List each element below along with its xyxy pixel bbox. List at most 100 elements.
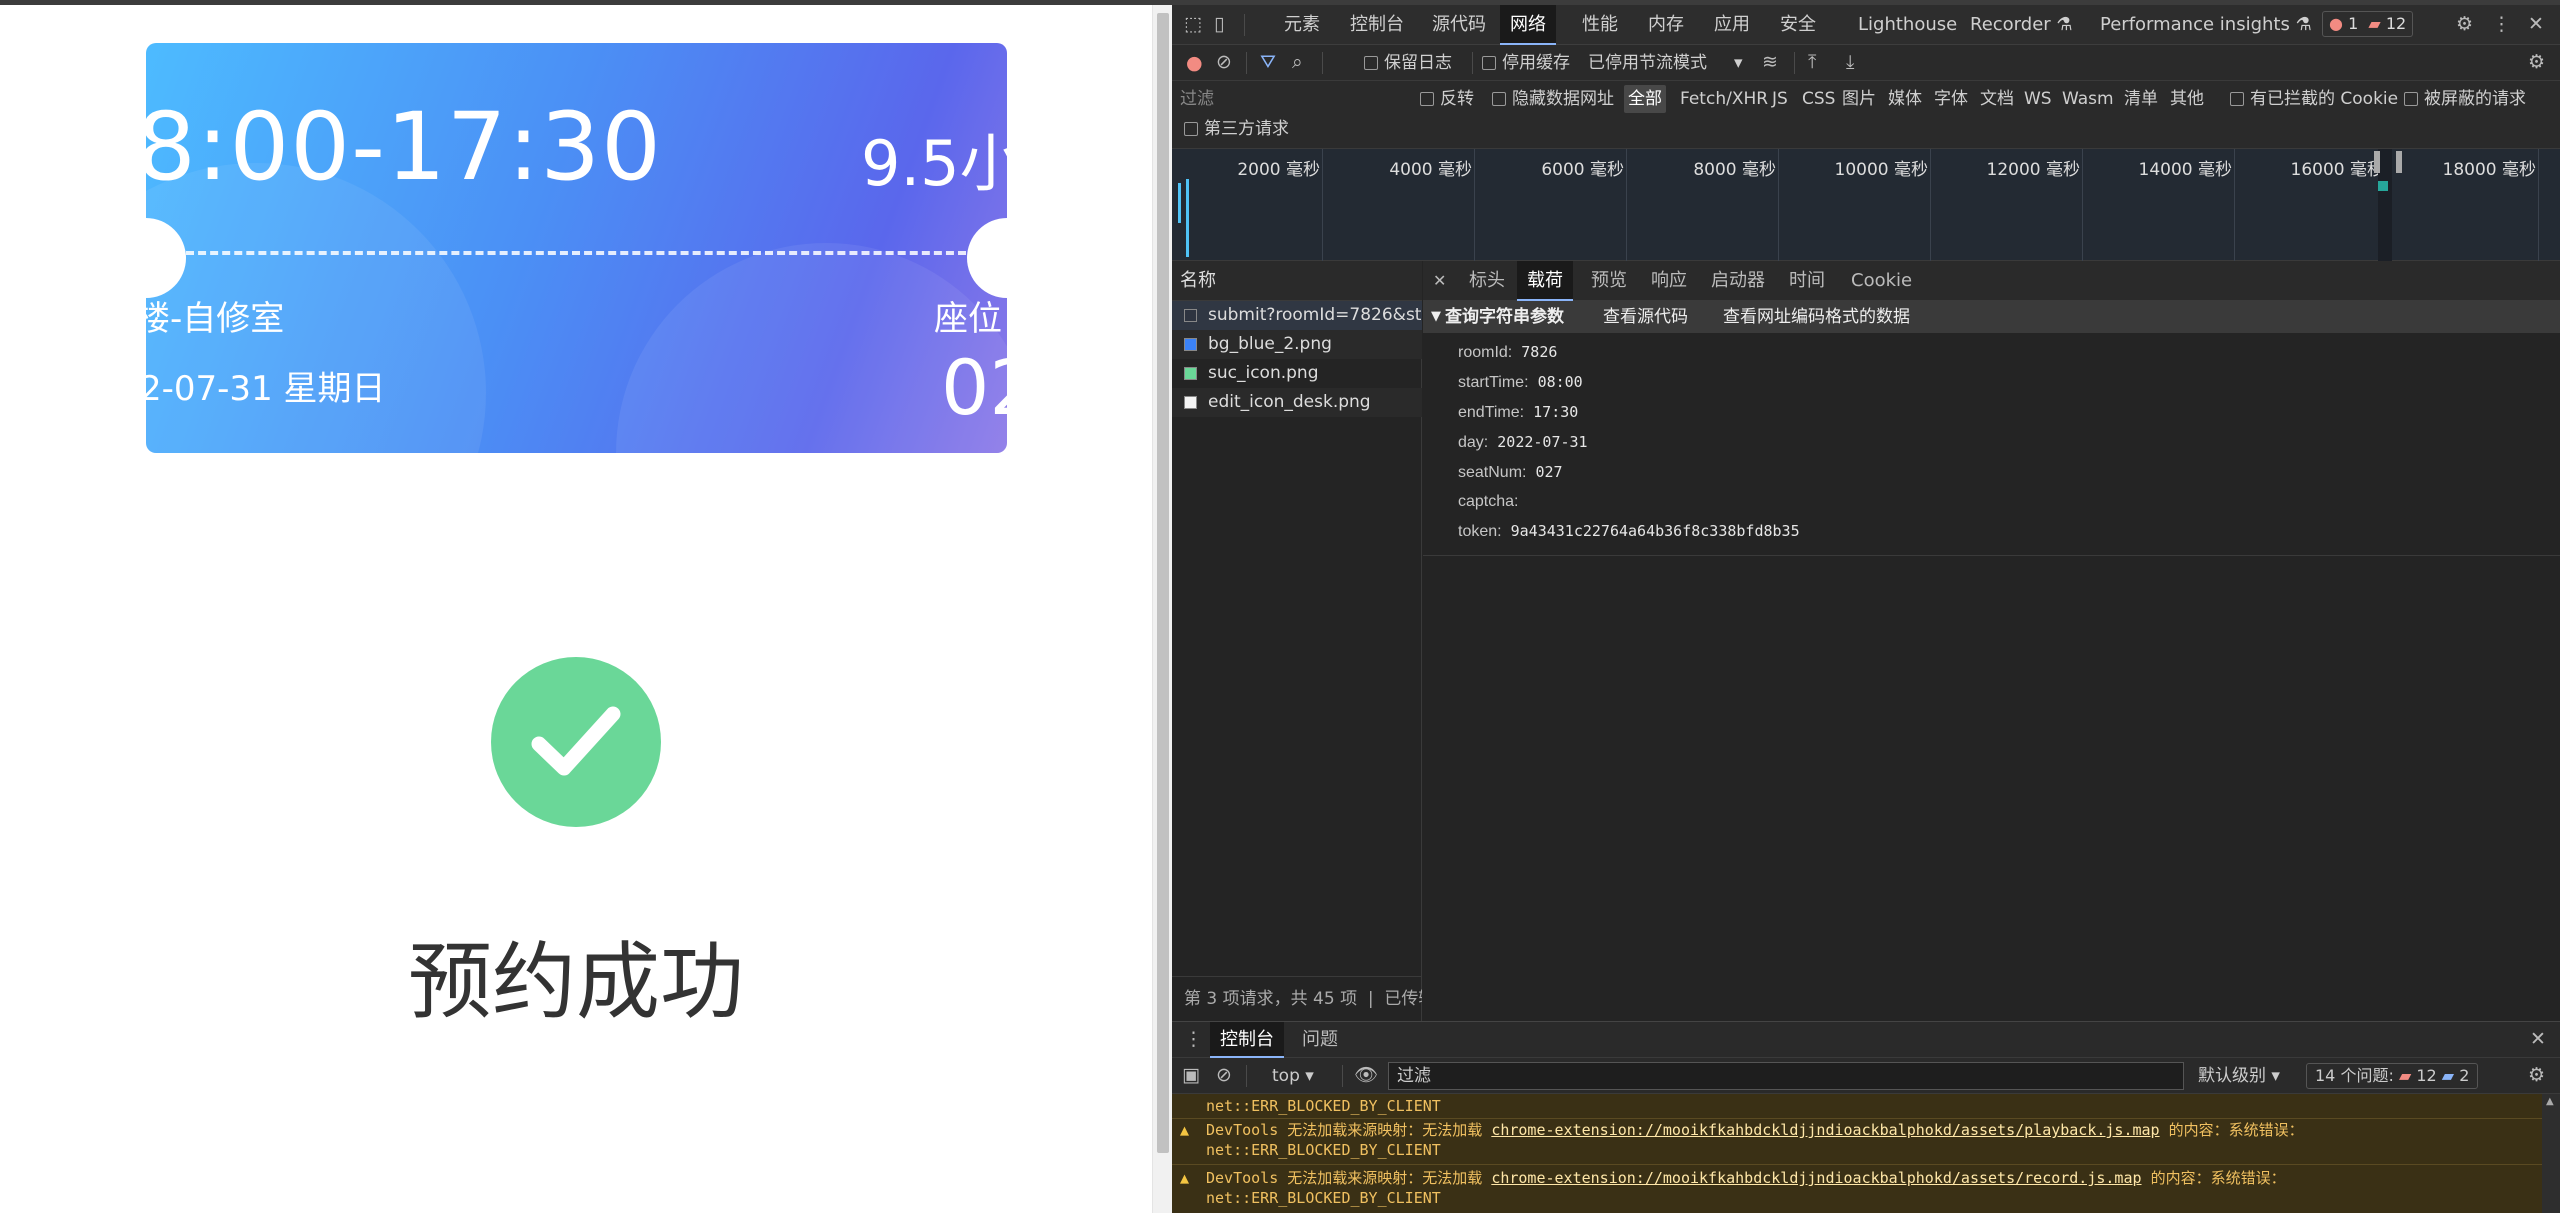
- close-devtools-icon[interactable]: ✕: [2528, 15, 2544, 34]
- export-har-icon[interactable]: ⤓: [1846, 53, 1854, 72]
- tab-performance-insights[interactable]: Performance insights ⚗: [2100, 5, 2312, 45]
- filter-type-fetch-xhr[interactable]: Fetch/XHR: [1680, 85, 1768, 113]
- source-map-link[interactable]: chrome-extension://mooikfkahbdckldjjndio…: [1491, 1121, 2159, 1139]
- view-url-encoded-link[interactable]: 查看网址编码格式的数据: [1723, 301, 1910, 333]
- tab-application[interactable]: 应用: [1714, 5, 1750, 45]
- tab-headers[interactable]: 标头: [1469, 261, 1505, 301]
- tab-lighthouse[interactable]: Lighthouse: [1858, 5, 1957, 45]
- screen: 8:00-17:30 9.5小 楼-自修室 座位 2-07-31 星期日 02 …: [0, 0, 2560, 1213]
- close-detail-icon[interactable]: ✕: [1433, 261, 1446, 301]
- live-expression-eye-icon[interactable]: 👁: [1354, 1066, 1378, 1085]
- filter-type-css[interactable]: CSS: [1802, 85, 1835, 113]
- record-stop-icon[interactable]: ●: [1186, 54, 1203, 73]
- timeline-selection-range[interactable]: [2378, 149, 2392, 261]
- disable-cache-checkbox[interactable]: 停用缓存: [1482, 45, 1570, 81]
- tab-timing[interactable]: 时间: [1789, 261, 1825, 301]
- timeline-range-handle-left[interactable]: [2374, 151, 2380, 173]
- filter-type-wasm[interactable]: Wasm: [2062, 85, 2114, 113]
- inspect-element-icon[interactable]: ⬚: [1184, 15, 1202, 34]
- toolbar-separator: [1246, 52, 1247, 74]
- search-icon[interactable]: ⌕: [1292, 53, 1303, 72]
- clear-console-icon[interactable]: ⊘: [1216, 1066, 1232, 1085]
- drawer-menu-icon[interactable]: ⋮: [1184, 1030, 1203, 1049]
- filter-type-other[interactable]: 其他: [2170, 85, 2204, 113]
- import-har-icon[interactable]: ⤒: [1808, 53, 1816, 72]
- success-check-icon: [491, 657, 661, 827]
- request-row[interactable]: submit?roomId=7826&sta...: [1172, 301, 1422, 330]
- tab-response[interactable]: 响应: [1651, 261, 1687, 301]
- settings-gear-icon[interactable]: ⚙: [2456, 15, 2473, 34]
- console-filter-input[interactable]: 过滤: [1388, 1062, 2184, 1090]
- toolbar-separator: [1322, 52, 1323, 74]
- page-scrollbar[interactable]: [1152, 5, 1172, 1213]
- console-message: net::ERR_BLOCKED_BY_CLIENT: [1206, 1097, 1441, 1115]
- filter-type-img[interactable]: 图片: [1842, 85, 1876, 113]
- network-settings-icon[interactable]: ⚙: [2528, 53, 2545, 72]
- console-settings-gear-icon[interactable]: ⚙: [2528, 1066, 2545, 1085]
- query-string-params-header[interactable]: ▼ 查询字符串参数 查看源代码 查看网址编码格式的数据: [1423, 301, 2560, 333]
- console-scrollbar[interactable]: ▲: [2542, 1094, 2560, 1213]
- toolbar-separator: [1342, 1065, 1343, 1087]
- collapse-triangle-icon[interactable]: ▼: [1431, 301, 1441, 333]
- context-select[interactable]: top ▾: [1272, 1058, 1314, 1094]
- tab-payload[interactable]: 载荷: [1517, 261, 1573, 301]
- message-divider: [1172, 1118, 2542, 1119]
- drawer-tab-issues[interactable]: 问题: [1302, 1022, 1338, 1058]
- filter-type-all[interactable]: 全部: [1624, 85, 1666, 113]
- request-row[interactable]: bg_blue_2.png: [1172, 330, 1422, 359]
- tab-memory[interactable]: 内存: [1648, 5, 1684, 45]
- ticket-duration: 9.5小: [861, 127, 1007, 200]
- tab-network[interactable]: 网络: [1500, 5, 1556, 45]
- device-toggle-icon[interactable]: ▯: [1214, 15, 1224, 34]
- timeline-gridline: [1626, 149, 1627, 261]
- tab-cookies[interactable]: Cookie: [1851, 261, 1912, 301]
- clear-icon[interactable]: ⊘: [1216, 53, 1232, 72]
- filter-type-ws[interactable]: WS: [2024, 85, 2052, 113]
- issues-counter[interactable]: 14 个问题: ▰ 12 ▰ 2: [2306, 1063, 2479, 1089]
- filter-type-js[interactable]: JS: [1772, 85, 1788, 113]
- timeline-range-handle-right[interactable]: [2396, 151, 2402, 173]
- filter-type-media[interactable]: 媒体: [1888, 85, 1922, 113]
- tab-performance[interactable]: 性能: [1582, 5, 1618, 45]
- timeline-gridline: [1474, 149, 1475, 261]
- tab-preview[interactable]: 预览: [1591, 261, 1627, 301]
- network-timeline-overview[interactable]: 2000 毫秒 4000 毫秒 6000 毫秒 8000 毫秒 10000 毫秒…: [1172, 149, 2560, 261]
- source-map-link[interactable]: chrome-extension://mooikfkahbdckldjjndio…: [1491, 1169, 2141, 1187]
- console-sidebar-icon[interactable]: ▣: [1182, 1066, 1200, 1085]
- network-conditions-icon[interactable]: ≋: [1762, 53, 1778, 72]
- blocked-requests-checkbox[interactable]: 被屏蔽的请求: [2404, 85, 2526, 113]
- tab-security[interactable]: 安全: [1780, 5, 1816, 45]
- page-scroll-thumb[interactable]: [1157, 13, 1169, 1153]
- timeline-label: 14000 毫秒: [2138, 160, 2232, 180]
- filter-icon[interactable]: ⛛: [1260, 53, 1276, 72]
- filter-type-manifest[interactable]: 清单: [2124, 85, 2158, 113]
- more-options-icon[interactable]: ⋮: [2492, 15, 2511, 34]
- request-row[interactable]: suc_icon.png: [1172, 359, 1422, 388]
- warning-count: 12: [2385, 14, 2407, 33]
- tab-recorder[interactable]: Recorder ⚗: [1970, 5, 2073, 45]
- view-source-link[interactable]: 查看源代码: [1603, 301, 1688, 333]
- filter-type-font[interactable]: 字体: [1934, 85, 1968, 113]
- tab-initiator[interactable]: 启动器: [1711, 261, 1765, 301]
- third-party-checkbox[interactable]: 第三方请求: [1184, 115, 1289, 143]
- preserve-log-checkbox[interactable]: 保留日志: [1364, 45, 1452, 81]
- success-message: 预约成功: [407, 933, 744, 1031]
- timeline-label: 12000 毫秒: [1986, 160, 2080, 180]
- hide-data-urls-checkbox[interactable]: 隐藏数据网址: [1492, 85, 1614, 113]
- tab-elements[interactable]: 元素: [1284, 5, 1320, 45]
- network-filter-bar: 过滤 反转 隐藏数据网址 全部 Fetch/XHR JS CSS 图片 媒体 字…: [1172, 81, 2560, 149]
- request-row[interactable]: edit_icon_desk.png: [1172, 388, 1422, 417]
- tab-console[interactable]: 控制台: [1350, 5, 1404, 45]
- network-filter-input[interactable]: 过滤: [1180, 85, 1400, 113]
- filter-type-doc[interactable]: 文档: [1980, 85, 2014, 113]
- name-column-header[interactable]: 名称: [1172, 261, 1422, 301]
- blocked-cookies-checkbox[interactable]: 有已拦截的 Cookie: [2230, 85, 2398, 113]
- tab-sources[interactable]: 源代码: [1432, 5, 1486, 45]
- invert-checkbox[interactable]: 反转: [1420, 85, 1474, 113]
- throttling-select[interactable]: 已停用节流模式 ▾: [1588, 45, 1743, 81]
- error-warning-badge[interactable]: ● 1 ▰ 12: [2322, 11, 2414, 37]
- close-drawer-icon[interactable]: ✕: [2530, 1030, 2546, 1049]
- warning-icon: ▲: [1180, 1121, 1190, 1139]
- log-level-select[interactable]: 默认级别 ▾: [2198, 1058, 2280, 1094]
- drawer-tab-console[interactable]: 控制台: [1210, 1022, 1284, 1058]
